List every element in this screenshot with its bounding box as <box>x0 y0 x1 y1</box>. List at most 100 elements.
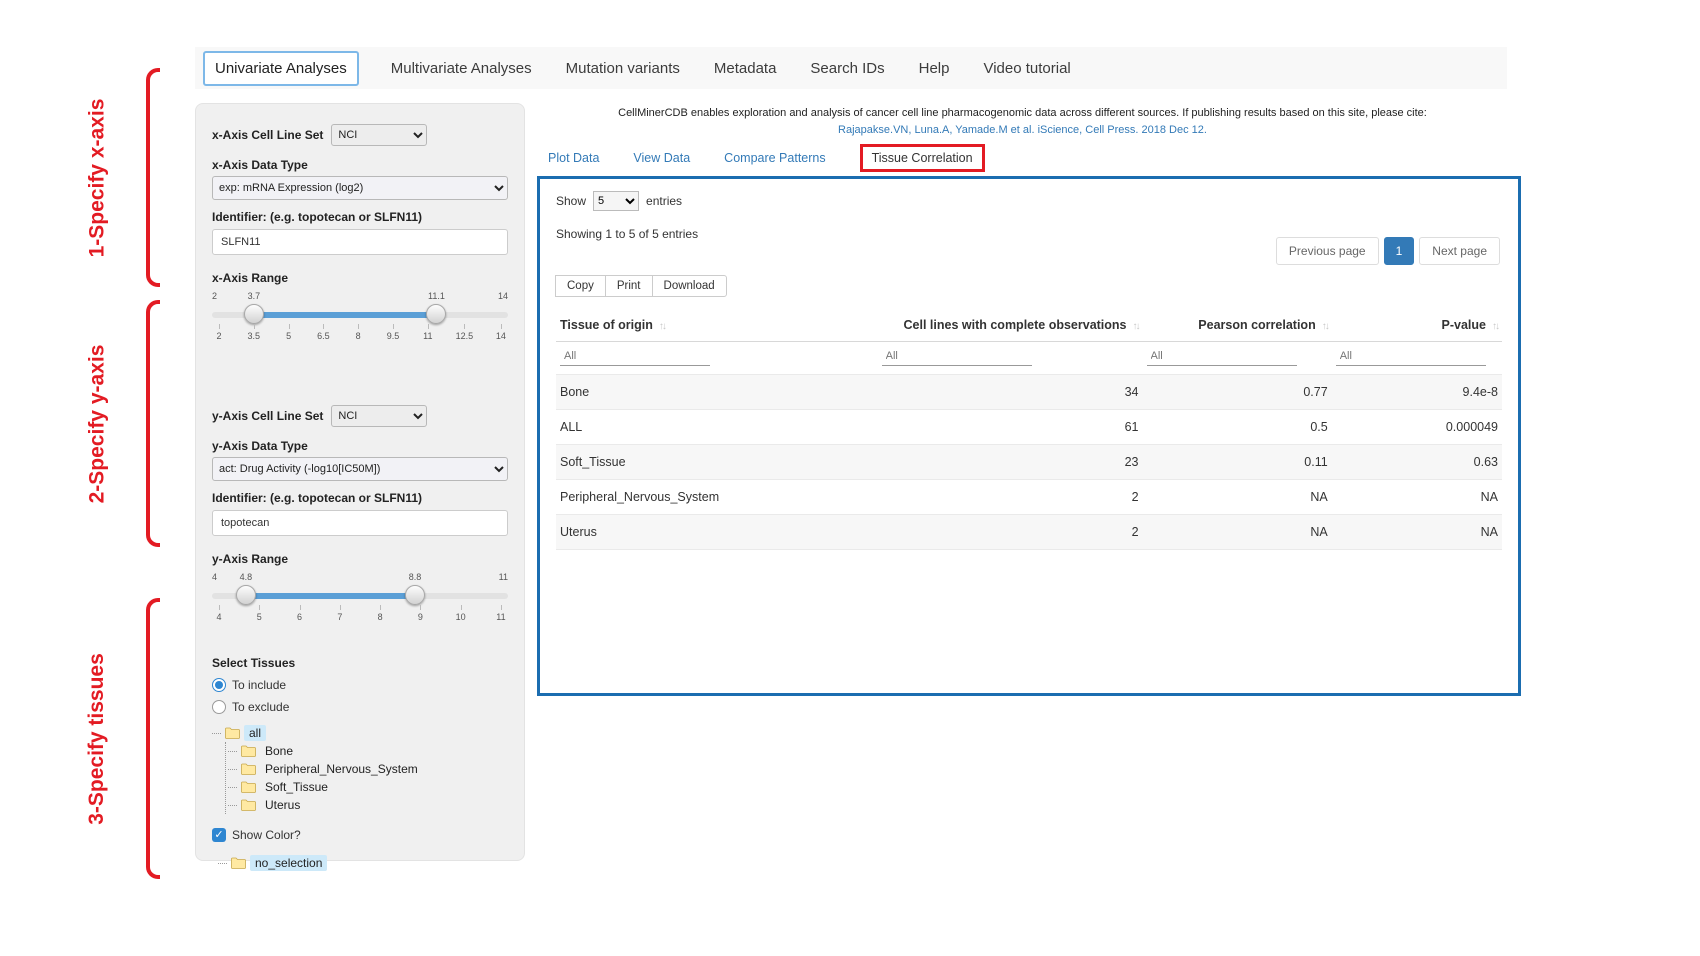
table-row[interactable]: Uterus 2 NA NA <box>556 515 1502 550</box>
x-range-handle-min[interactable] <box>244 304 264 324</box>
tree-children: Bone Peripheral_Nervous_System Soft_Tiss… <box>225 742 508 814</box>
column-header-tissue[interactable]: Tissue of origin↑↓ <box>556 309 878 342</box>
x-range-label: x-Axis Range <box>212 271 508 285</box>
step1-bracket <box>146 68 160 287</box>
next-page-button[interactable]: Next page <box>1419 237 1500 265</box>
filter-cell-lines-input[interactable] <box>882 347 1032 366</box>
x-cell-line-set-select[interactable]: NCI <box>331 124 427 146</box>
pearson-cell: 0.5 <box>1143 410 1332 445</box>
nav-tab[interactable]: Video tutorial <box>981 52 1072 85</box>
y-data-type-select[interactable]: act: Drug Activity (-log10[IC50M]) <box>212 457 508 481</box>
tree-connector <box>228 805 237 806</box>
tree-item[interactable]: Soft_Tissue <box>228 778 508 796</box>
nav-tab[interactable]: Metadata <box>712 52 779 85</box>
tree-connector <box>228 769 237 770</box>
table-row[interactable]: ALL 61 0.5 0.000049 <box>556 410 1502 445</box>
folder-icon <box>241 781 256 793</box>
folder-icon <box>241 745 256 757</box>
cell-lines-cell: 34 <box>878 375 1143 410</box>
include-radio[interactable]: To include <box>212 678 508 692</box>
page-length-select[interactable]: 5 <box>593 191 639 211</box>
result-tab[interactable]: View Data <box>633 151 690 165</box>
x-identifier-label: Identifier: (e.g. topotecan or SLFN11) <box>212 210 508 224</box>
filter-tissue-input[interactable] <box>560 347 710 366</box>
nav-tab[interactable]: Mutation variants <box>564 52 682 85</box>
column-header-pearson[interactable]: Pearson correlation↑↓ <box>1143 309 1332 342</box>
show-color-checkbox[interactable]: ✓ Show Color? <box>212 828 508 842</box>
x-range-slider[interactable]: 2 14 3.7 11.1 23.556.589.51112.514 <box>212 291 508 353</box>
cell-lines-cell: 23 <box>878 445 1143 480</box>
tissue-correlation-panel: Show 5 entries Showing 1 to 5 of 5 entri… <box>537 176 1521 696</box>
tissue-cell: Bone <box>556 375 878 410</box>
table-body: Bone 34 0.77 9.4e-8 ALL 61 0.5 0.000049 … <box>556 375 1502 550</box>
sort-icon: ↑↓ <box>1492 321 1498 332</box>
x-identifier-input[interactable] <box>212 229 508 255</box>
export-buttons: Copy Print Download <box>556 275 727 297</box>
show-label: Show <box>556 194 586 208</box>
cell-lines-cell: 2 <box>878 480 1143 515</box>
tree-item[interactable]: Uterus <box>228 796 508 814</box>
column-header-pvalue[interactable]: P-value↑↓ <box>1332 309 1502 342</box>
step3-bracket <box>146 598 160 879</box>
sort-icon: ↑↓ <box>1133 321 1139 332</box>
x-range-handle-max[interactable] <box>426 304 446 324</box>
result-tab[interactable]: Tissue Correlation <box>860 144 985 172</box>
cell-lines-cell: 2 <box>878 515 1143 550</box>
x-data-type-select[interactable]: exp: mRNA Expression (log2) <box>212 176 508 200</box>
radio-selected-icon <box>212 678 226 692</box>
pvalue-cell: 0.63 <box>1332 445 1502 480</box>
tree-item-all[interactable]: all <box>212 724 508 742</box>
previous-page-button[interactable]: Previous page <box>1276 237 1379 265</box>
citation-link[interactable]: Rajapakse.VN, Luna.A, Yamade.M et al. iS… <box>540 124 1505 136</box>
tissue-cell: Soft_Tissue <box>556 445 878 480</box>
x-data-type-label: x-Axis Data Type <box>212 158 508 172</box>
entries-label: entries <box>646 194 682 208</box>
tree-item-no-selection[interactable]: no_selection <box>218 854 508 872</box>
y-cell-line-set-select[interactable]: NCI <box>331 405 427 427</box>
tissue-cell: Uterus <box>556 515 878 550</box>
y-range-handle-max[interactable] <box>405 585 425 605</box>
folder-icon <box>241 763 256 775</box>
result-tab[interactable]: Plot Data <box>548 151 599 165</box>
show-color-label: Show Color? <box>232 828 301 842</box>
y-range-slider[interactable]: 4 11 4.8 8.8 4567891011 <box>212 572 508 634</box>
table-row[interactable]: Bone 34 0.77 9.4e-8 <box>556 375 1502 410</box>
table-row[interactable]: Soft_Tissue 23 0.11 0.63 <box>556 445 1502 480</box>
step3-label: 3-Specify tissues <box>74 598 120 879</box>
table-filter-row <box>556 342 1502 375</box>
export-button[interactable]: Copy <box>555 275 606 297</box>
tissue-cell: Peripheral_Nervous_System <box>556 480 878 515</box>
y-identifier-input[interactable] <box>212 510 508 536</box>
table-header-row: Tissue of origin↑↓ Cell lines with compl… <box>556 309 1502 342</box>
export-button[interactable]: Print <box>605 275 653 297</box>
slider-active-range <box>254 312 437 318</box>
page-number-button[interactable]: 1 <box>1384 237 1415 265</box>
pearson-cell: NA <box>1143 515 1332 550</box>
tree-item[interactable]: Bone <box>228 742 508 760</box>
pvalue-cell: 9.4e-8 <box>1332 375 1502 410</box>
exclude-radio[interactable]: To exclude <box>212 700 508 714</box>
folder-icon <box>225 727 240 739</box>
nav-tab[interactable]: Search IDs <box>808 52 886 85</box>
nav-tab[interactable]: Multivariate Analyses <box>389 52 534 85</box>
pearson-cell: 0.11 <box>1143 445 1332 480</box>
table-row[interactable]: Peripheral_Nervous_System 2 NA NA <box>556 480 1502 515</box>
export-button[interactable]: Download <box>652 275 727 297</box>
filter-pvalue-input[interactable] <box>1336 347 1486 366</box>
x-axis-controls: x-Axis Cell Line Set NCI x-Axis Data Typ… <box>212 124 508 353</box>
column-header-cell-lines[interactable]: Cell lines with complete observations↑↓ <box>878 309 1143 342</box>
nav-tab[interactable]: Univariate Analyses <box>203 51 359 86</box>
checkbox-checked-icon: ✓ <box>212 828 226 842</box>
y-data-type-label: y-Axis Data Type <box>212 439 508 453</box>
pvalue-cell: NA <box>1332 515 1502 550</box>
y-range-handle-min[interactable] <box>236 585 256 605</box>
intro-text: CellMinerCDB enables exploration and ana… <box>540 107 1505 119</box>
nav-tab[interactable]: Help <box>917 52 952 85</box>
result-tabs: Plot Data View Data Compare Patterns Tis… <box>548 144 985 172</box>
filter-pearson-input[interactable] <box>1147 347 1297 366</box>
step2-label: 2-Specify y-axis <box>74 300 120 547</box>
pearson-cell: 0.77 <box>1143 375 1332 410</box>
result-tab[interactable]: Compare Patterns <box>724 151 825 165</box>
cell-lines-cell: 61 <box>878 410 1143 445</box>
tree-item[interactable]: Peripheral_Nervous_System <box>228 760 508 778</box>
